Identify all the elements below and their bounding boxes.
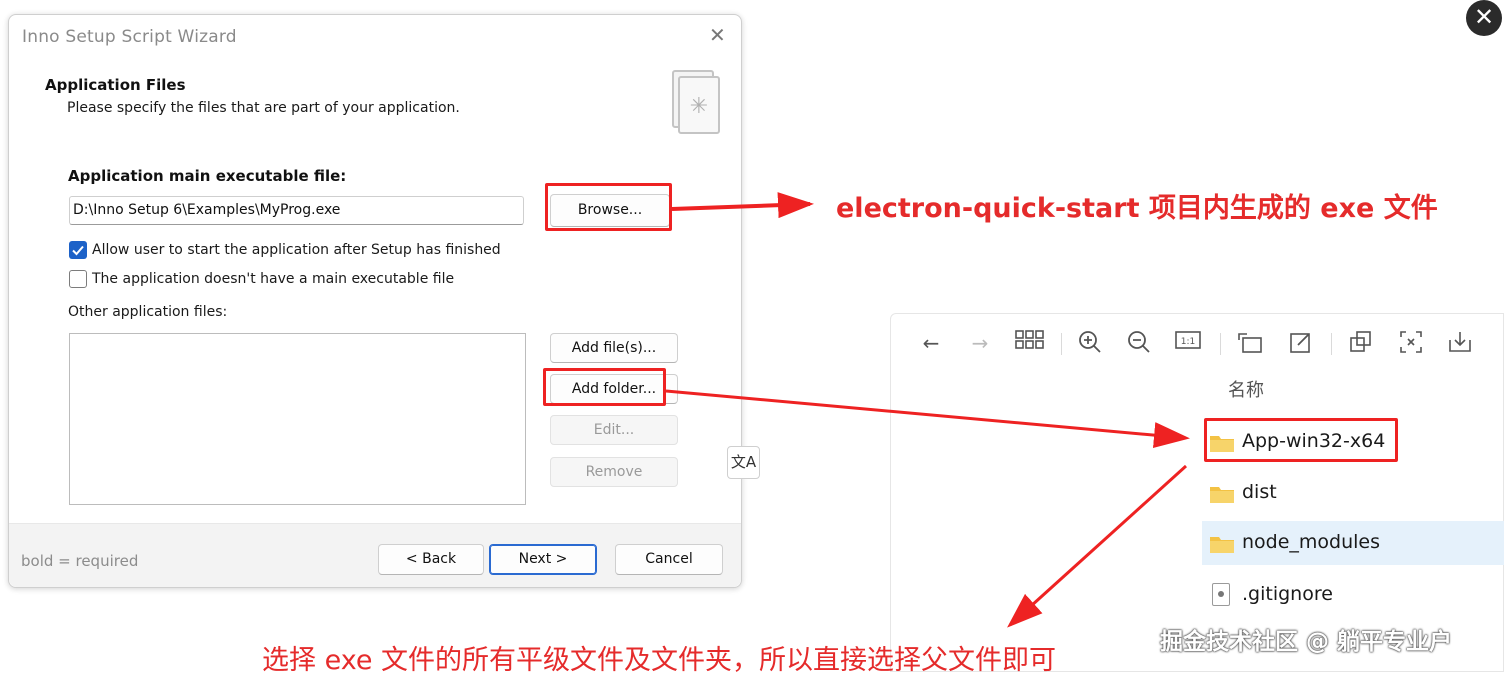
next-button[interactable]: Next >: [489, 544, 597, 575]
section-title: Application Files: [45, 76, 186, 94]
translate-icon[interactable]: 文A: [727, 446, 760, 479]
toolbar-separator: [1061, 333, 1062, 355]
folder-annotation: 选择 exe 文件的所有平级文件及文件夹，所以直接选择父文件即可: [262, 645, 1057, 676]
file-row-node-modules[interactable]: node_modules: [1202, 521, 1504, 565]
edit-icon[interactable]: [1288, 330, 1314, 356]
no-main-exe-label: The application doesn't have a main exec…: [92, 271, 455, 287]
cancel-button[interactable]: Cancel: [615, 544, 723, 575]
allow-start-checkbox[interactable]: [69, 241, 87, 259]
browse-highlight: [545, 183, 672, 231]
file-icon: [1212, 583, 1230, 606]
svg-text:✳: ✳: [690, 94, 708, 119]
wizard-dialog: Inno Setup Script Wizard ✕ Application F…: [8, 14, 742, 588]
wizard-document-icon: ✳: [672, 70, 720, 134]
back-icon[interactable]: ←: [918, 330, 944, 356]
file-name: .gitignore: [1242, 583, 1333, 605]
file-name: node_modules: [1242, 531, 1381, 553]
file-row-gitignore[interactable]: .gitignore: [1202, 573, 1504, 617]
back-button[interactable]: < Back: [378, 544, 484, 575]
toolbar-separator: [1220, 333, 1221, 355]
edit-button[interactable]: Edit...: [550, 415, 678, 445]
rotate-icon[interactable]: [1237, 330, 1263, 356]
browse-annotation: electron-quick-start 项目内生成的 exe 文件: [836, 193, 1438, 224]
column-header-name[interactable]: 名称: [1228, 376, 1264, 402]
forward-icon[interactable]: →: [967, 330, 993, 356]
section-subtitle: Please specify the files that are part o…: [67, 100, 460, 116]
remove-button[interactable]: Remove: [550, 457, 678, 487]
dialog-title: Inno Setup Script Wizard: [22, 27, 237, 47]
toolbar-separator: [1331, 333, 1332, 355]
overlay-close-icon[interactable]: ✕: [1466, 0, 1502, 36]
download-icon[interactable]: [1447, 330, 1473, 356]
main-exe-label: Application main executable file:: [68, 167, 347, 185]
zoom-in-icon[interactable]: [1077, 330, 1103, 356]
required-hint: bold = required: [21, 552, 139, 570]
main-exe-field[interactable]: D:\Inno Setup 6\Examples\MyProg.exe: [69, 196, 524, 225]
fit-icon[interactable]: [1398, 330, 1424, 356]
svg-text:1:1: 1:1: [1181, 337, 1195, 347]
folder-icon: [1210, 537, 1234, 553]
close-icon[interactable]: ✕: [709, 25, 726, 45]
watermark: 掘金技术社区 @ 躺平专业户: [1160, 629, 1453, 655]
zoom-out-icon[interactable]: [1126, 330, 1152, 356]
folder-icon: [1210, 487, 1234, 503]
app-folder-highlight: [1204, 418, 1398, 462]
other-files-list[interactable]: [69, 333, 526, 505]
actual-size-icon[interactable]: 1:1: [1175, 330, 1201, 356]
allow-start-label: Allow user to start the application afte…: [92, 242, 501, 258]
grid-view-icon[interactable]: [1014, 330, 1046, 356]
add-folder-highlight: [543, 368, 666, 406]
other-files-label: Other application files:: [68, 304, 228, 320]
file-row-dist[interactable]: dist: [1202, 471, 1504, 515]
add-files-button[interactable]: Add file(s)...: [550, 333, 678, 363]
checkmark-icon: [72, 245, 84, 256]
copy-icon[interactable]: [1348, 330, 1374, 356]
no-main-exe-checkbox[interactable]: [69, 270, 87, 288]
file-name: dist: [1242, 481, 1277, 503]
